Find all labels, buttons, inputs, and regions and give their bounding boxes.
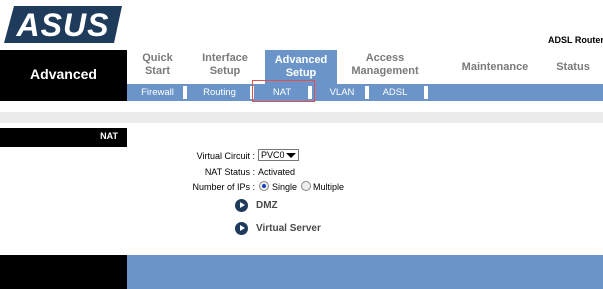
tab-status[interactable]: Status xyxy=(548,52,598,82)
dmz-link[interactable]: DMZ xyxy=(256,200,278,211)
tab-label: Maintenance xyxy=(461,61,529,73)
number-of-ips-label: Number of IPs : xyxy=(192,182,255,192)
tab-label: Interface xyxy=(202,52,248,64)
footer-bar xyxy=(127,255,603,289)
radio-single-label: Single xyxy=(272,182,298,192)
subtab-highlight xyxy=(252,80,315,102)
tab-label: Management xyxy=(351,65,419,77)
content-divider xyxy=(0,112,603,123)
subtab-separator xyxy=(365,86,369,99)
chevron-down-icon xyxy=(286,153,296,158)
virtual-circuit-label: Virtual Circuit : xyxy=(196,151,255,161)
tab-advanced-setup[interactable]: Advanced Setup xyxy=(265,50,337,84)
product-name: ADSL Router xyxy=(548,35,603,45)
tab-maintenance[interactable]: Maintenance xyxy=(450,52,540,82)
section-title: NAT xyxy=(100,131,118,141)
tab-label: Status xyxy=(556,61,590,73)
tab-access-management[interactable]: Access Management xyxy=(340,52,430,82)
virtual-circuit-select[interactable]: PVC0 xyxy=(258,149,299,161)
radio-multiple[interactable] xyxy=(301,181,311,191)
subtab-adsl[interactable]: ADSL xyxy=(370,84,420,101)
radio-single[interactable] xyxy=(259,181,269,191)
subtab-vlan[interactable]: VLAN xyxy=(322,84,362,101)
arrow-right-icon[interactable] xyxy=(235,222,248,235)
subtab-routing[interactable]: Routing xyxy=(192,84,247,101)
tab-label: Advanced xyxy=(274,54,328,66)
sidebar-title: Advanced xyxy=(30,66,97,82)
tab-label: Quick xyxy=(142,52,173,64)
tab-label: Access xyxy=(365,52,405,64)
subtab-separator xyxy=(424,86,428,99)
tab-label: Setup xyxy=(209,65,241,77)
virtual-circuit-value: PVC0 xyxy=(261,150,285,160)
radio-multiple-label: Multiple xyxy=(313,182,345,192)
footer-left xyxy=(0,255,127,289)
nat-status-label: NAT Status : xyxy=(204,167,255,177)
svg-text:ASUS: ASUS xyxy=(16,7,110,43)
subtab-separator xyxy=(183,86,187,99)
tab-label: Start xyxy=(144,65,171,77)
virtual-server-link[interactable]: Virtual Server xyxy=(256,223,321,234)
tab-interface-setup[interactable]: Interface Setup xyxy=(190,52,260,82)
nat-status-value: Activated xyxy=(258,167,296,177)
tab-label: Setup xyxy=(285,67,317,79)
subtab-firewall[interactable]: Firewall xyxy=(135,84,180,101)
asus-logo: ASUS xyxy=(4,6,122,43)
arrow-right-icon[interactable] xyxy=(235,199,248,212)
tab-quick-start[interactable]: Quick Start xyxy=(130,52,185,82)
